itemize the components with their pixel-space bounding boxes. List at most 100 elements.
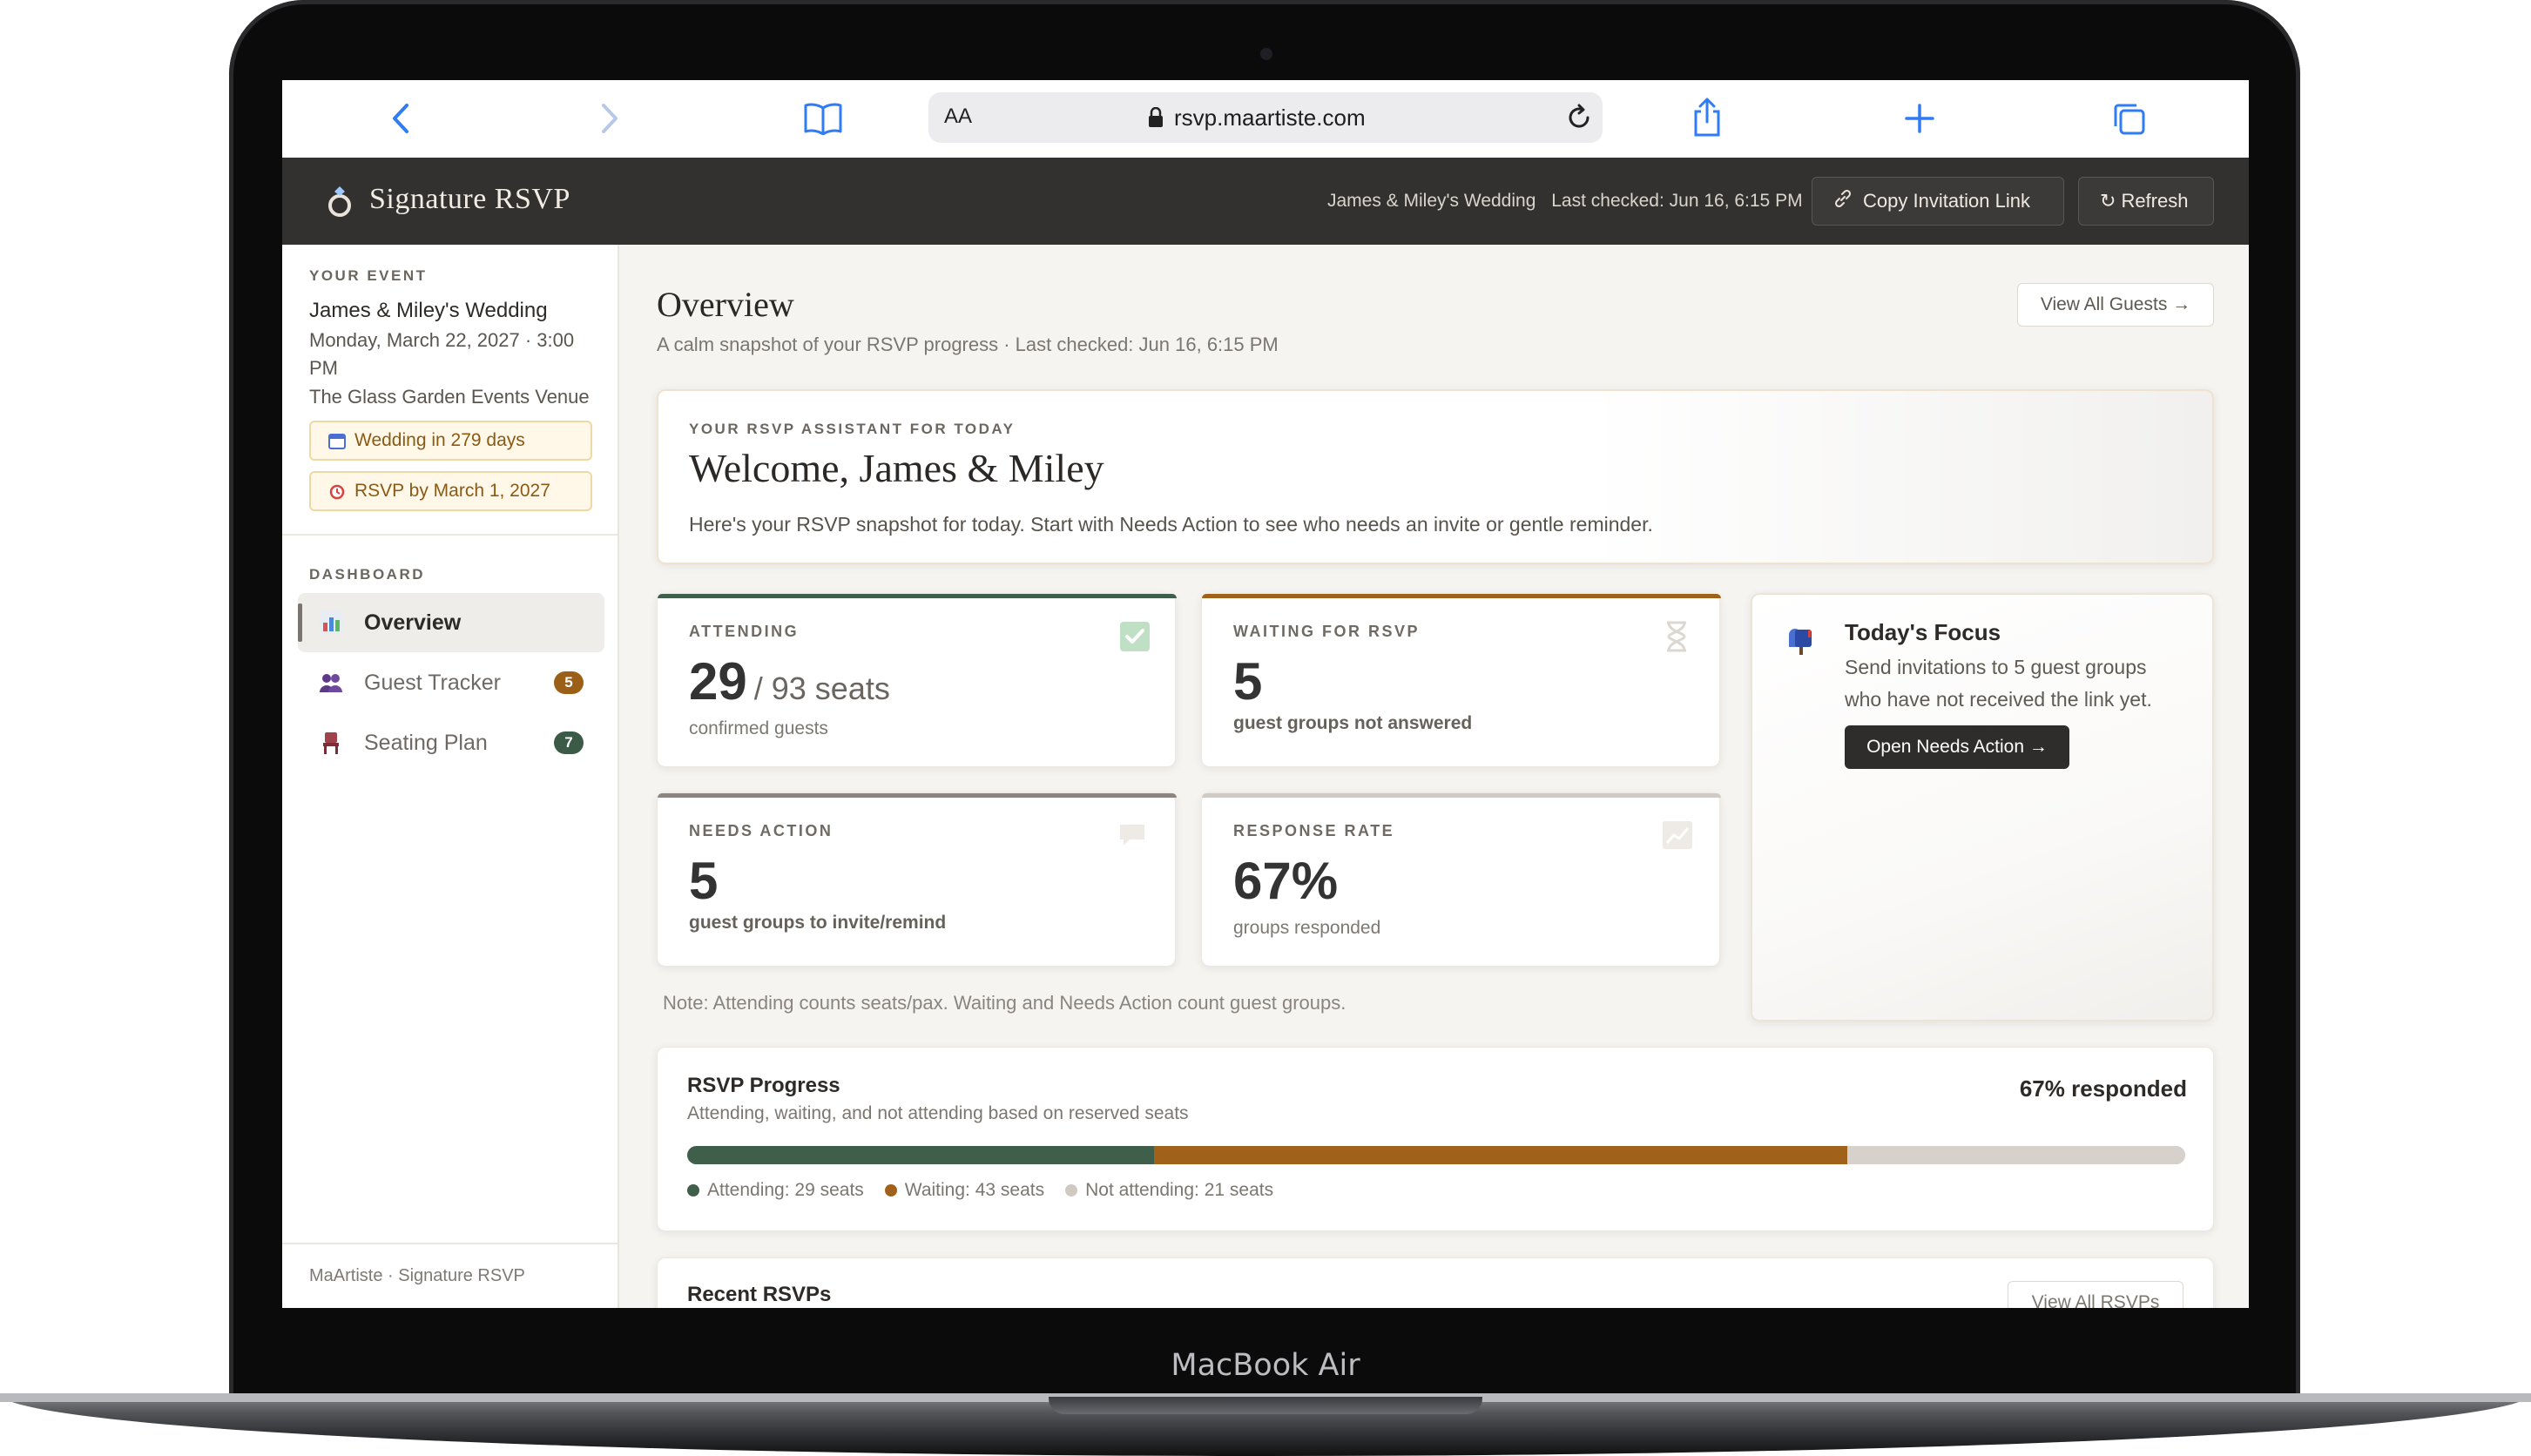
bookmarks-icon[interactable] <box>801 99 845 138</box>
needs-action-label: NEEDS ACTION <box>689 822 834 839</box>
response-rate-value: 67% <box>1233 852 1339 910</box>
progress-legend: Attending: 29 seats Waiting: 43 seats No… <box>687 1180 1273 1201</box>
sidebar: YOUR EVENT James & Miley's Wedding Monda… <box>282 245 619 1308</box>
recent-title: Recent RSVPs <box>687 1283 832 1306</box>
sidebar-item-overview[interactable]: Overview <box>298 593 604 652</box>
attending-sub: confirmed guests <box>689 718 828 738</box>
active-indicator <box>298 603 302 642</box>
sidebar-event-time: PM <box>309 357 338 379</box>
rsvp-progress-card: RSVP Progress Attending, waiting, and no… <box>657 1047 2214 1231</box>
seating-plan-badge: 7 <box>554 731 584 754</box>
app-header: Signature RSVP James & Miley's Wedding L… <box>282 158 2249 245</box>
response-rate-accent <box>1202 793 1721 798</box>
hourglass-icon <box>1664 621 1690 657</box>
response-rate-sub: groups responded <box>1233 918 1381 938</box>
legend-not-attending: Not attending: 21 seats <box>1085 1180 1274 1200</box>
legend-waiting: Waiting: 43 seats <box>904 1180 1045 1200</box>
progress-segment-waiting <box>1154 1146 1847 1164</box>
focus-body-line1: Send invitations to 5 guest groups <box>1845 656 2147 678</box>
device-label: MacBook Air <box>1171 1348 1360 1383</box>
attending-accent <box>658 594 1177 598</box>
guest-tracker-badge: 5 <box>554 671 584 694</box>
progress-segment-attending <box>687 1146 1155 1164</box>
waiting-card[interactable]: WAITING FOR RSVP 5 guest groups not answ… <box>1201 593 1721 767</box>
new-tab-icon[interactable] <box>1900 99 1939 138</box>
sidebar-footer: MaArtiste · Signature RSVP <box>309 1266 525 1285</box>
attending-number: 29 <box>689 652 747 711</box>
share-icon[interactable] <box>1688 96 1726 139</box>
rsvp-deadline-text: RSVP by March 1, 2027 <box>354 481 550 501</box>
sidebar-divider <box>282 534 618 536</box>
bar-chart-icon <box>319 610 343 635</box>
checkmark-icon <box>1119 621 1151 657</box>
sidebar-item-seating-plan[interactable]: Seating Plan 7 <box>298 713 604 772</box>
trend-chart-icon <box>1662 820 1693 854</box>
reload-icon[interactable] <box>1564 103 1594 137</box>
sidebar-item-label: Overview <box>364 610 462 635</box>
copy-invitation-link-button[interactable]: Copy Invitation Link <box>1812 177 2064 226</box>
needs-action-accent <box>658 793 1177 798</box>
webcam <box>1260 48 1272 60</box>
view-all-guests-button[interactable]: View All Guests → <box>2017 283 2214 327</box>
legend-dot-not-attending <box>1065 1184 1078 1196</box>
progress-subtitle: Attending, waiting, and not attending ba… <box>687 1103 1189 1123</box>
needs-action-sub: guest groups to invite/remind <box>689 913 947 933</box>
sidebar-footer-divider <box>282 1243 618 1244</box>
progress-bar <box>687 1146 2185 1164</box>
header-event-name: James & Miley's Wedding <box>1327 191 1536 211</box>
rsvp-deadline-pill: RSVP by March 1, 2027 <box>309 471 592 511</box>
needs-action-card[interactable]: NEEDS ACTION 5 guest groups to invite/re… <box>657 792 1177 967</box>
stats-note: Note: Attending counts seats/pax. Waitin… <box>663 992 1346 1014</box>
address-bar[interactable]: AA rsvp.maartiste.com <box>928 92 1603 143</box>
copy-invitation-link-label: Copy Invitation Link <box>1863 190 2030 212</box>
progress-title: RSVP Progress <box>687 1074 840 1097</box>
chair-icon <box>319 731 343 755</box>
browser-toolbar: AA rsvp.maartiste.com <box>282 80 2249 158</box>
url-text: rsvp.maartiste.com <box>1174 104 1366 131</box>
sidebar-item-guest-tracker[interactable]: Guest Tracker 5 <box>298 653 604 712</box>
assistant-eyebrow: YOUR RSVP ASSISTANT FOR TODAY <box>689 421 1016 437</box>
ring-logo-icon <box>326 184 354 223</box>
attending-value: 29/ 93 seats <box>689 651 890 711</box>
wedding-countdown-text: Wedding in 279 days <box>354 430 525 450</box>
focus-body-line2: who have not received the link yet. <box>1845 688 2152 711</box>
laptop-hinge-notch <box>1049 1397 1482 1414</box>
link-icon <box>1833 189 1853 213</box>
sidebar-venue: The Glass Garden Events Venue <box>309 386 590 408</box>
forward-icon[interactable] <box>594 99 625 138</box>
sidebar-item-label: Seating Plan <box>364 730 488 755</box>
back-icon[interactable] <box>385 99 416 138</box>
header-event-info: James & Miley's Wedding Last checked: Ju… <box>1327 191 1803 212</box>
tabs-overview-icon[interactable] <box>2109 99 2148 138</box>
mailbox-icon <box>1785 626 1815 660</box>
refresh-button[interactable]: ↻ Refresh <box>2078 177 2214 226</box>
lock-icon <box>1148 106 1164 132</box>
todays-focus-card: Today's Focus Send invitations to 5 gues… <box>1751 593 2214 1021</box>
response-rate-card[interactable]: RESPONSE RATE 67% groups responded <box>1201 792 1721 967</box>
waiting-accent <box>1202 594 1721 598</box>
screen: AA rsvp.maartiste.com Signature RSVP Jam… <box>282 80 2249 1308</box>
open-needs-action-button[interactable]: Open Needs Action → <box>1845 725 2069 769</box>
assistant-body: Here's your RSVP snapshot for today. Sta… <box>689 513 1653 536</box>
sidebar-event-date: Monday, March 22, 2027 · 3:00 <box>309 329 575 351</box>
page-subtitle: A calm snapshot of your RSVP progress · … <box>657 334 1279 355</box>
page-title: Overview <box>657 285 794 324</box>
attending-card[interactable]: ATTENDING 29/ 93 seats confirmed guests <box>657 593 1177 767</box>
text-size-button[interactable]: AA <box>944 104 972 129</box>
waiting-sub: guest groups not answered <box>1233 713 1473 733</box>
sidebar-item-label: Guest Tracker <box>364 670 501 695</box>
waiting-label: WAITING FOR RSVP <box>1233 623 1421 640</box>
your-event-label: YOUR EVENT <box>309 267 428 284</box>
speech-bubble-icon <box>1117 822 1147 853</box>
waiting-value: 5 <box>1233 652 1263 711</box>
legend-dot-attending <box>687 1184 699 1196</box>
header-last-checked: Last checked: Jun 16, 6:15 PM <box>1551 191 1803 211</box>
calendar-icon <box>328 432 346 455</box>
focus-title: Today's Focus <box>1845 619 2001 645</box>
wedding-countdown-pill: Wedding in 279 days <box>309 421 592 461</box>
attending-label: ATTENDING <box>689 623 800 640</box>
assistant-heading: Welcome, James & Miley <box>689 446 1104 490</box>
legend-attending: Attending: 29 seats <box>707 1180 864 1200</box>
dashboard-label: DASHBOARD <box>309 566 425 583</box>
view-all-rsvps-button[interactable]: View All RSVPs <box>2008 1281 2183 1308</box>
